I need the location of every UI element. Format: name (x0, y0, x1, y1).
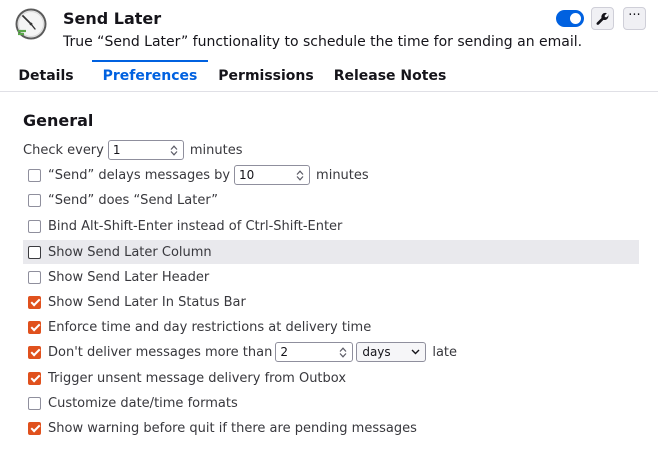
dont-deliver-row: Don't deliver messages more than 2 days … (23, 340, 639, 364)
toggle-knob (570, 13, 581, 24)
customize-label: Customize date/time formats (48, 395, 238, 411)
chevron-up-icon (296, 169, 304, 175)
spinner-arrows[interactable] (292, 167, 308, 183)
show-status-checkbox[interactable] (28, 295, 41, 309)
settings-button[interactable] (591, 7, 614, 30)
customize-checkbox[interactable] (28, 396, 41, 410)
check-every-row: Check every 1 minutes (23, 138, 639, 162)
customize-row: Customize date/time formats (23, 391, 639, 415)
warn-quit-row: Show warning before quit if there are pe… (23, 416, 639, 440)
enforce-row: Enforce time and day restrictions at del… (23, 315, 639, 339)
addon-description: True “Send Later” functionality to sched… (63, 34, 583, 50)
show-header-row: Show Send Later Header (23, 265, 639, 289)
spinner-arrows[interactable] (335, 344, 351, 360)
send-delays-row: “Send” delays messages by 10 minutes (23, 163, 639, 187)
bind-alt-checkbox[interactable] (28, 219, 41, 233)
show-column-label: Show Send Later Column (48, 244, 212, 260)
send-does-checkbox[interactable] (28, 193, 41, 207)
trigger-label: Trigger unsent message delivery from Out… (48, 370, 347, 386)
send-delays-unit: minutes (316, 167, 369, 183)
tab-bar: Details Preferences Permissions Release … (0, 60, 658, 92)
send-does-label: “Send” does “Send Later” (48, 192, 218, 208)
dont-deliver-input[interactable]: 2 (275, 342, 354, 362)
dont-deliver-label: Don't deliver messages more than (48, 344, 273, 360)
show-status-row: Show Send Later In Status Bar (23, 290, 639, 314)
bind-alt-row: Bind Alt-Shift-Enter instead of Ctrl-Shi… (23, 214, 639, 238)
tab-preferences[interactable]: Preferences (92, 60, 208, 92)
trigger-row: Trigger unsent message delivery from Out… (23, 366, 639, 390)
check-every-label: Check every (23, 142, 104, 158)
tab-details[interactable]: Details (8, 60, 84, 92)
dont-deliver-unit-value: days (362, 345, 391, 359)
send-does-row: “Send” does “Send Later” (23, 188, 639, 212)
tab-permissions[interactable]: Permissions (214, 60, 318, 92)
addon-name: Send Later (63, 9, 162, 28)
enable-toggle[interactable] (556, 10, 584, 27)
check-every-unit: minutes (189, 142, 243, 158)
send-delays-label: “Send” delays messages by (48, 167, 231, 183)
show-header-checkbox[interactable] (28, 270, 41, 284)
dont-deliver-suffix: late (432, 344, 458, 360)
addon-header: Send Later True “Send Later” functionali… (0, 0, 658, 60)
ellipsis-icon: ··· (628, 8, 641, 23)
show-header-label: Show Send Later Header (48, 269, 210, 285)
clock-icon (15, 8, 47, 40)
warn-quit-label: Show warning before quit if there are pe… (48, 420, 417, 436)
chevron-down-icon (339, 352, 347, 358)
bind-alt-label: Bind Alt-Shift-Enter instead of Ctrl-Shi… (48, 218, 343, 234)
spinner-arrows[interactable] (166, 142, 182, 158)
send-delays-value: 10 (239, 168, 255, 182)
trigger-checkbox[interactable] (28, 371, 41, 385)
check-every-value: 1 (112, 143, 121, 157)
wrench-icon (595, 12, 609, 25)
chevron-down-icon (170, 150, 178, 156)
show-column-row: Show Send Later Column (23, 240, 639, 264)
warn-quit-checkbox[interactable] (28, 421, 41, 435)
dont-deliver-value: 2 (280, 345, 288, 359)
show-status-label: Show Send Later In Status Bar (48, 294, 246, 310)
dont-deliver-unit-select[interactable]: days (356, 342, 427, 362)
send-delays-checkbox[interactable] (28, 168, 41, 182)
more-options-button[interactable]: ··· (623, 7, 646, 30)
show-column-checkbox[interactable] (28, 245, 41, 259)
enforce-checkbox[interactable] (28, 320, 41, 334)
chevron-down-icon (296, 175, 304, 181)
chevron-down-icon (411, 349, 420, 355)
chevron-up-icon (339, 346, 347, 352)
dont-deliver-checkbox[interactable] (28, 345, 41, 359)
check-every-input[interactable]: 1 (107, 140, 184, 160)
section-title-general: General (23, 111, 94, 130)
tab-release-notes[interactable]: Release Notes (330, 60, 450, 92)
send-delays-input[interactable]: 10 (234, 165, 311, 185)
enforce-label: Enforce time and day restrictions at del… (48, 319, 372, 335)
chevron-up-icon (170, 144, 178, 150)
